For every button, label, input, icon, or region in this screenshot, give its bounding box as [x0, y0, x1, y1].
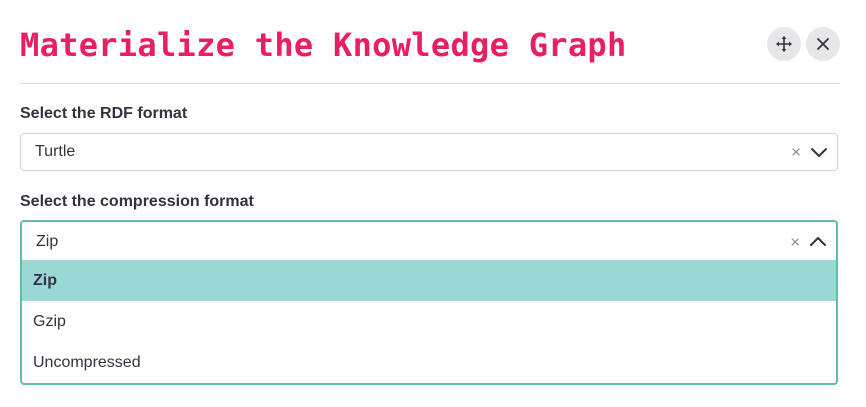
compression-format-clear-icon[interactable]: ×	[790, 233, 800, 250]
compression-format-dropdown-menu: Zip Gzip Uncompressed	[20, 260, 838, 385]
dialog-title: Materialize the Knowledge Graph	[20, 26, 627, 64]
compression-format-select[interactable]: Zip ×	[20, 220, 838, 261]
rdf-format-value: Turtle	[35, 143, 76, 160]
rdf-format-select[interactable]: Turtle ×	[20, 133, 838, 171]
materialize-dialog: Materialize the Knowledge Graph Select t…	[0, 0, 866, 407]
option-uncompressed[interactable]: Uncompressed	[22, 342, 836, 383]
move-button[interactable]	[767, 27, 801, 61]
title-divider	[20, 83, 840, 84]
option-zip[interactable]: Zip	[22, 260, 836, 301]
move-arrows-icon	[776, 36, 792, 52]
compression-format-label: Select the compression format	[20, 193, 254, 210]
chevron-up-icon[interactable]	[808, 232, 828, 252]
compression-format-value: Zip	[36, 232, 59, 250]
rdf-format-label: Select the RDF format	[20, 105, 188, 122]
rdf-format-clear-icon[interactable]: ×	[791, 144, 801, 161]
close-button[interactable]	[806, 27, 840, 61]
chevron-down-icon[interactable]	[809, 142, 829, 162]
option-gzip[interactable]: Gzip	[22, 301, 836, 342]
close-icon	[817, 38, 829, 50]
